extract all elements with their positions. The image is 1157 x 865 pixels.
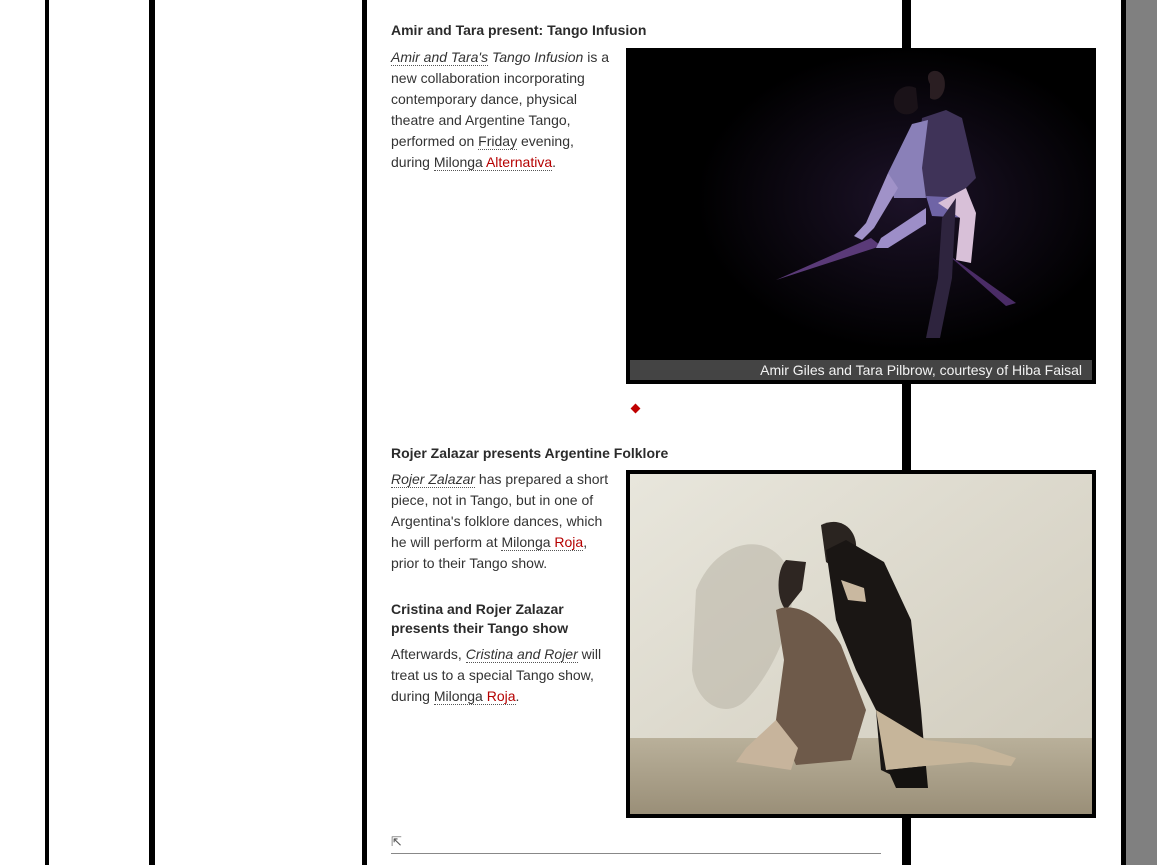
friday-link[interactable]: Friday bbox=[478, 133, 518, 150]
page: Amir and Tara present: Tango Infusion Am… bbox=[0, 0, 1157, 865]
milonga-alternativa-link[interactable]: Milonga Alternativa bbox=[433, 154, 553, 171]
column-border bbox=[45, 0, 49, 865]
cristina-rojer-link[interactable]: Cristina and Rojer bbox=[465, 646, 578, 663]
milonga-roja-link-2[interactable]: Milonga Roja bbox=[433, 688, 516, 705]
folklore-description: Rojer Zalazar has prepared a short piece… bbox=[391, 471, 609, 571]
tango-show-description: Afterwards, Cristina and Rojer will trea… bbox=[391, 646, 602, 705]
tango-infusion-description: Amir and Tara's Tango Infusion is a new … bbox=[391, 49, 610, 171]
column-border bbox=[149, 0, 155, 865]
photo-cristina-rojer bbox=[626, 470, 1096, 818]
performers-link[interactable]: Amir and Tara's bbox=[391, 49, 489, 66]
photo-caption: Amir Giles and Tara Pilbrow, courtesy of… bbox=[630, 360, 1092, 380]
show-title: Tango Infusion bbox=[491, 49, 584, 65]
divider bbox=[391, 853, 881, 854]
milonga-roja-link[interactable]: Milonga Roja bbox=[501, 534, 584, 551]
rojer-zalazar-link[interactable]: Rojer Zalazar bbox=[391, 471, 476, 488]
section-heading-tango-infusion: Amir and Tara present: Tango Infusion bbox=[391, 22, 647, 38]
scrollbar[interactable] bbox=[1126, 0, 1157, 865]
arrow-up-left-icon[interactable]: ⇱ bbox=[391, 835, 402, 849]
section-heading-tango-show: Cristina and Rojer Zalazar presents thei… bbox=[391, 601, 569, 636]
photo-amir-tara bbox=[626, 48, 1096, 384]
section-heading-argentine-folklore: Rojer Zalazar presents Argentine Folklor… bbox=[391, 445, 669, 461]
